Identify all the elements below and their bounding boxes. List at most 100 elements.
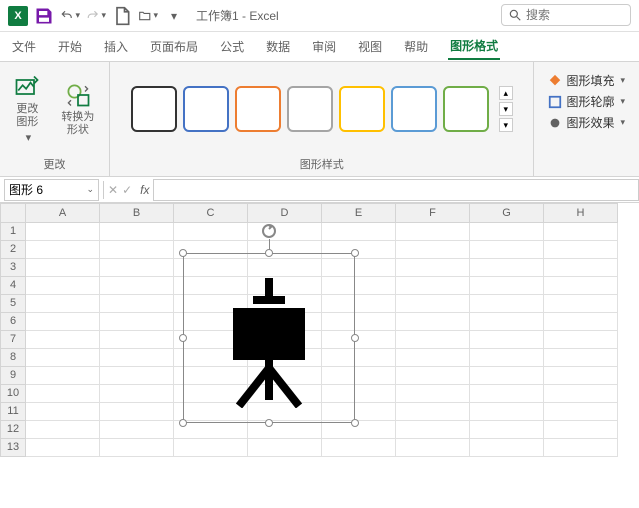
cell[interactable]	[470, 421, 544, 439]
resize-handle[interactable]	[265, 249, 273, 257]
row-header[interactable]: 8	[0, 349, 26, 367]
cell[interactable]	[100, 241, 174, 259]
col-header[interactable]: A	[26, 203, 100, 223]
row-header[interactable]: 4	[0, 277, 26, 295]
search-input[interactable]	[526, 8, 616, 22]
enter-formula-button[interactable]: ✓	[122, 183, 132, 197]
cell[interactable]	[26, 439, 100, 457]
col-header[interactable]: D	[248, 203, 322, 223]
row-header[interactable]: 9	[0, 367, 26, 385]
spreadsheet-grid[interactable]: A B C D E F G H 12345678910111213	[0, 203, 639, 457]
cell[interactable]	[396, 277, 470, 295]
row-header[interactable]: 5	[0, 295, 26, 313]
cell[interactable]	[544, 313, 618, 331]
cell[interactable]	[100, 367, 174, 385]
tab-view[interactable]: 视图	[356, 34, 384, 59]
cell[interactable]	[544, 421, 618, 439]
cell[interactable]	[174, 439, 248, 457]
cell[interactable]	[396, 331, 470, 349]
cell[interactable]	[248, 223, 322, 241]
cell[interactable]	[396, 241, 470, 259]
cell[interactable]	[248, 439, 322, 457]
cell[interactable]	[544, 295, 618, 313]
row-header[interactable]: 1	[0, 223, 26, 241]
change-graphic-button[interactable]: 更改图形▾	[8, 69, 47, 149]
cell[interactable]	[26, 367, 100, 385]
col-header[interactable]: B	[100, 203, 174, 223]
cell[interactable]	[100, 385, 174, 403]
cell[interactable]	[26, 349, 100, 367]
cell[interactable]	[396, 349, 470, 367]
cell[interactable]	[470, 367, 544, 385]
convert-to-shape-button[interactable]: 转换为形状	[55, 77, 101, 141]
tab-data[interactable]: 数据	[264, 34, 292, 59]
style-preset-6[interactable]	[391, 86, 437, 132]
cell[interactable]	[26, 295, 100, 313]
search-box[interactable]	[501, 4, 631, 26]
cell[interactable]	[396, 295, 470, 313]
cell[interactable]	[26, 223, 100, 241]
cell[interactable]	[396, 403, 470, 421]
resize-handle[interactable]	[179, 249, 187, 257]
cell[interactable]	[396, 421, 470, 439]
qat-more-button[interactable]: ▾	[164, 6, 184, 26]
rotate-handle[interactable]	[261, 223, 277, 239]
cell[interactable]	[174, 223, 248, 241]
cell[interactable]	[100, 349, 174, 367]
cell[interactable]	[26, 331, 100, 349]
resize-handle[interactable]	[351, 249, 359, 257]
cell[interactable]	[100, 331, 174, 349]
formula-bar[interactable]	[153, 179, 639, 201]
row-header[interactable]: 2	[0, 241, 26, 259]
cell[interactable]	[100, 223, 174, 241]
col-header[interactable]: H	[544, 203, 618, 223]
open-button[interactable]: ▾	[138, 6, 158, 26]
cell[interactable]	[470, 439, 544, 457]
cell[interactable]	[470, 241, 544, 259]
resize-handle[interactable]	[351, 419, 359, 427]
style-preset-5[interactable]	[339, 86, 385, 132]
cell[interactable]	[396, 259, 470, 277]
row-header[interactable]: 3	[0, 259, 26, 277]
name-box[interactable]: 图形 6⌄	[4, 179, 99, 201]
resize-handle[interactable]	[179, 419, 187, 427]
cell[interactable]	[396, 223, 470, 241]
cell[interactable]	[544, 439, 618, 457]
style-preset-4[interactable]	[287, 86, 333, 132]
cell[interactable]	[470, 403, 544, 421]
cell[interactable]	[470, 223, 544, 241]
tab-insert[interactable]: 插入	[102, 34, 130, 59]
tab-layout[interactable]: 页面布局	[148, 34, 200, 59]
cell[interactable]	[100, 421, 174, 439]
cell[interactable]	[544, 223, 618, 241]
cell[interactable]	[26, 421, 100, 439]
cell[interactable]	[26, 259, 100, 277]
new-file-button[interactable]	[112, 6, 132, 26]
row-header[interactable]: 11	[0, 403, 26, 421]
shape-fill-button[interactable]: 图形填充 ▾	[548, 72, 625, 89]
cell[interactable]	[322, 223, 396, 241]
style-preset-3[interactable]	[235, 86, 281, 132]
row-header[interactable]: 7	[0, 331, 26, 349]
cell[interactable]	[544, 331, 618, 349]
col-header[interactable]: F	[396, 203, 470, 223]
cell[interactable]	[100, 439, 174, 457]
cell[interactable]	[100, 313, 174, 331]
row-header[interactable]: 13	[0, 439, 26, 457]
tab-review[interactable]: 审阅	[310, 34, 338, 59]
cell[interactable]	[396, 439, 470, 457]
shape-outline-button[interactable]: 图形轮廓 ▾	[548, 93, 625, 110]
cell[interactable]	[470, 349, 544, 367]
tab-home[interactable]: 开始	[56, 34, 84, 59]
cell[interactable]	[470, 259, 544, 277]
cell[interactable]	[544, 349, 618, 367]
style-preset-1[interactable]	[131, 86, 177, 132]
cell[interactable]	[100, 259, 174, 277]
cell[interactable]	[544, 277, 618, 295]
gallery-more-button[interactable]: ▾	[499, 118, 513, 132]
selected-shape[interactable]	[183, 253, 355, 423]
shape-effects-button[interactable]: 图形效果 ▾	[548, 114, 625, 131]
style-preset-7[interactable]	[443, 86, 489, 132]
tab-file[interactable]: 文件	[10, 34, 38, 59]
cell[interactable]	[544, 241, 618, 259]
